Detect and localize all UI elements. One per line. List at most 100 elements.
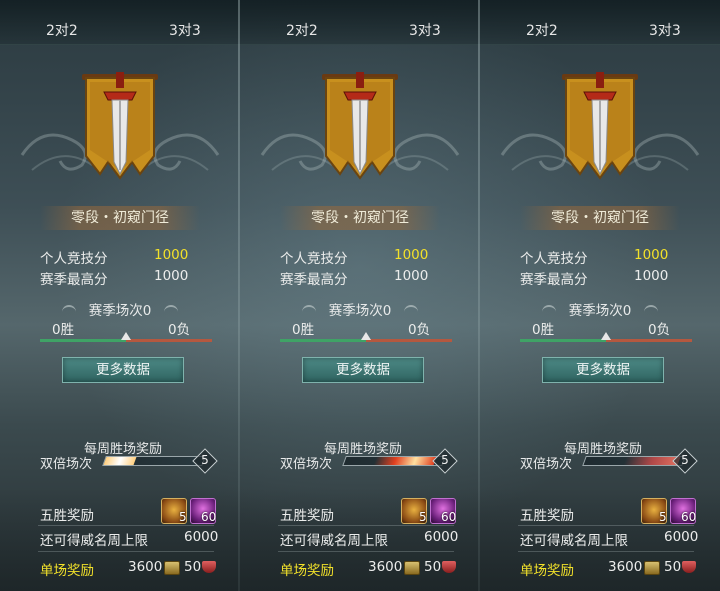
fame-cap-value: 6000 — [424, 529, 459, 545]
tab-3v3[interactable]: 3对3 — [169, 20, 201, 40]
chest-count: 5 — [659, 510, 667, 524]
progress-cap-value: 5 — [681, 453, 689, 467]
five-win-label: 五胜奖励 — [520, 508, 574, 524]
arena-panel-3: 2对2 3对3 零段・初窥门径 个人竞技分 1000 赛季最高分 1000 赛季… — [480, 0, 720, 591]
wing-ornament-left — [62, 305, 76, 313]
double-matches-progress — [582, 456, 686, 466]
win-rate-marker-icon — [601, 332, 611, 340]
season-matches: 赛季场次0 — [520, 299, 680, 319]
double-matches-label: 双倍场次 — [280, 457, 333, 472]
divider — [38, 551, 214, 552]
weekly-reward-title: 每周胜场奖励 — [564, 442, 643, 457]
season-high-value: 1000 — [394, 268, 429, 284]
double-matches-progress — [342, 456, 446, 466]
wing-ornament-right — [404, 305, 418, 313]
chest-count: 5 — [419, 510, 427, 524]
gem-count: 60 — [201, 510, 217, 524]
personal-score-value: 1000 — [634, 247, 669, 263]
rank-name: 零段・初窥门径 — [40, 206, 200, 230]
single-reward-shield: 50 — [664, 559, 682, 575]
personal-score-label: 个人竞技分 — [40, 251, 108, 267]
double-matches-progress — [102, 456, 206, 466]
mode-tab-bar — [240, 0, 480, 45]
season-high-value: 1000 — [154, 268, 189, 284]
weekly-reward-title: 每周胜场奖励 — [84, 442, 163, 457]
season-matches-label: 赛季场次0 — [328, 303, 392, 319]
fame-cap-value: 6000 — [664, 529, 699, 545]
double-matches-label: 双倍场次 — [520, 457, 573, 472]
tab-2v2[interactable]: 2对2 — [526, 20, 558, 40]
five-win-label: 五胜奖励 — [280, 508, 334, 524]
single-reward-coins: 3600 — [608, 559, 643, 575]
win-loss-bar — [520, 332, 692, 342]
season-high-label: 赛季最高分 — [280, 272, 348, 288]
win-loss-bar — [280, 332, 452, 342]
coin-icon — [404, 561, 420, 575]
progress-glow — [103, 457, 137, 465]
more-data-button[interactable]: 更多数据 — [62, 357, 184, 383]
season-matches-label: 赛季场次0 — [88, 303, 152, 319]
season-matches-label: 赛季场次0 — [568, 303, 632, 319]
rank-sword-banner-icon — [322, 72, 398, 180]
gem-count: 60 — [681, 510, 697, 524]
arena-panel-2: 2对2 3对3 零段・初窥门径 个人竞技分 1000 赛季最高分 1000 赛季… — [240, 0, 480, 591]
season-high-value: 1000 — [634, 268, 669, 284]
fame-cap-label: 还可得威名周上限 — [40, 533, 148, 549]
personal-score-label: 个人竞技分 — [280, 251, 348, 267]
divider — [518, 551, 694, 552]
wins-count: 0胜 — [52, 322, 75, 338]
coin-icon — [164, 561, 180, 575]
losses-count: 0负 — [648, 322, 671, 338]
tab-3v3[interactable]: 3对3 — [649, 20, 681, 40]
single-reward-label: 单场奖励 — [280, 563, 334, 579]
more-data-button[interactable]: 更多数据 — [542, 357, 664, 383]
losses-count: 0负 — [168, 322, 191, 338]
wins-count: 0胜 — [532, 322, 555, 338]
tab-2v2[interactable]: 2对2 — [46, 20, 78, 40]
single-reward-coins: 3600 — [368, 559, 403, 575]
wing-ornament-left — [302, 305, 316, 313]
win-loss-bar — [40, 332, 212, 342]
single-reward-label: 单场奖励 — [40, 563, 94, 579]
single-reward-shield: 50 — [184, 559, 202, 575]
coin-icon — [644, 561, 660, 575]
personal-score-value: 1000 — [394, 247, 429, 263]
fame-cap-label: 还可得威名周上限 — [280, 533, 388, 549]
progress-glow — [373, 457, 437, 465]
single-reward-shield: 50 — [424, 559, 442, 575]
win-rate-marker-icon — [361, 332, 371, 340]
tab-2v2[interactable]: 2对2 — [286, 20, 318, 40]
win-rate-marker-icon — [121, 332, 131, 340]
double-matches-label: 双倍场次 — [40, 457, 93, 472]
fame-cap-value: 6000 — [184, 529, 219, 545]
season-high-label: 赛季最高分 — [40, 272, 108, 288]
mode-tab-bar — [0, 0, 240, 45]
season-matches: 赛季场次0 — [280, 299, 440, 319]
rank-name: 零段・初窥门径 — [520, 206, 680, 230]
single-reward-label: 单场奖励 — [520, 563, 574, 579]
weekly-reward-title: 每周胜场奖励 — [324, 442, 403, 457]
rank-name: 零段・初窥门径 — [280, 206, 440, 230]
progress-cap-value: 5 — [201, 453, 209, 467]
chest-count: 5 — [179, 510, 187, 524]
mode-tab-bar — [480, 0, 720, 45]
tab-3v3[interactable]: 3对3 — [409, 20, 441, 40]
losses-count: 0负 — [408, 322, 431, 338]
rank-sword-banner-icon — [562, 72, 638, 180]
progress-cap-value: 5 — [441, 453, 449, 467]
wing-ornament-right — [644, 305, 658, 313]
season-matches: 赛季场次0 — [40, 299, 200, 319]
arena-panel-1: 2对2 3对3 零段・初窥门径 个人竞技分 1000 赛季最高分 1000 赛季… — [0, 0, 240, 591]
divider — [518, 525, 694, 526]
wing-ornament-left — [542, 305, 556, 313]
divider — [38, 525, 214, 526]
rank-sword-banner-icon — [82, 72, 158, 180]
fame-cap-label: 还可得威名周上限 — [520, 533, 628, 549]
more-data-button[interactable]: 更多数据 — [302, 357, 424, 383]
wing-ornament-right — [164, 305, 178, 313]
gem-count: 60 — [441, 510, 457, 524]
wins-count: 0胜 — [292, 322, 315, 338]
season-high-label: 赛季最高分 — [520, 272, 588, 288]
divider — [278, 551, 454, 552]
single-reward-coins: 3600 — [128, 559, 163, 575]
